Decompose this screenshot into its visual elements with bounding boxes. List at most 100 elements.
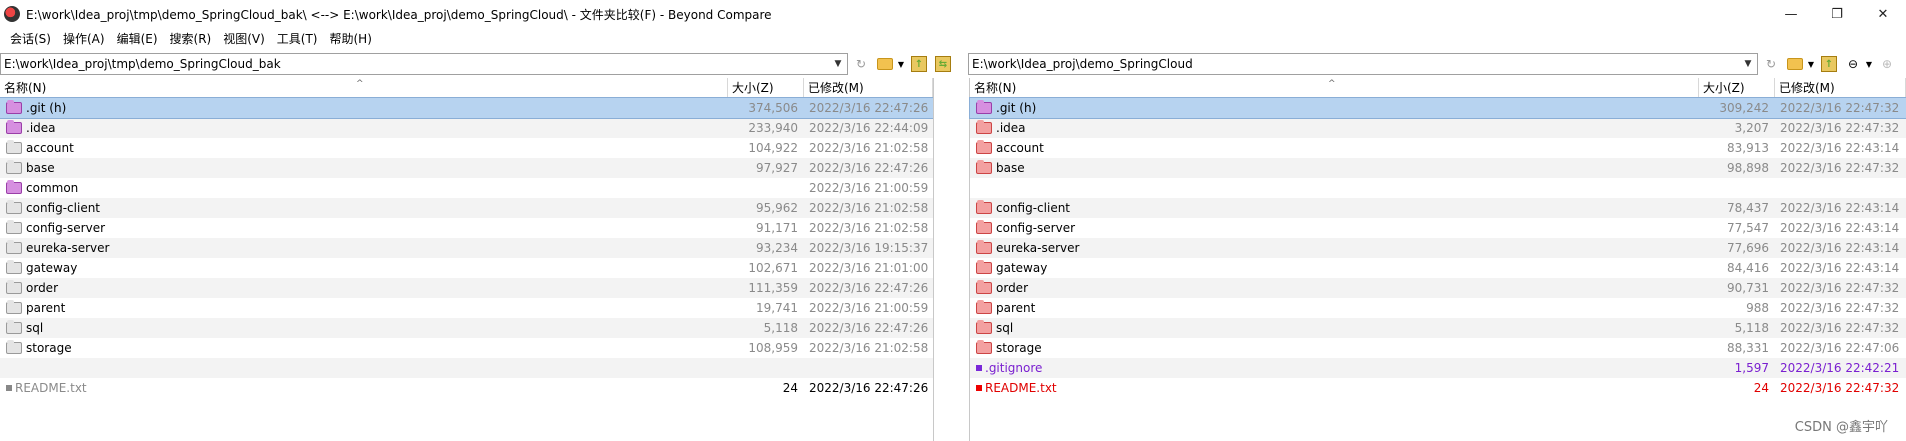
list-item[interactable] bbox=[0, 358, 933, 378]
list-item[interactable]: common 2022/3/16 21:00:59 bbox=[0, 178, 933, 198]
item-size: 95,962 bbox=[756, 201, 798, 215]
close-button[interactable]: ✕ bbox=[1860, 0, 1906, 28]
item-modified: 2022/3/16 22:47:26 bbox=[809, 381, 929, 395]
item-name-cell: config-server bbox=[970, 220, 1699, 235]
folder-icon bbox=[6, 100, 22, 114]
refresh-icon[interactable]: ↻ bbox=[850, 53, 872, 75]
left-column-header: 名称(N) ^ 大小(Z) 已修改(M) bbox=[0, 78, 933, 98]
menu-view[interactable]: 视图(V) bbox=[217, 28, 271, 50]
item-size: 24 bbox=[782, 381, 798, 395]
forward-icon[interactable]: ⊕ bbox=[1876, 53, 1898, 75]
folder-icon bbox=[976, 120, 992, 134]
back-icon[interactable]: ⊖ bbox=[1842, 53, 1864, 75]
chevron-down-icon[interactable]: ▼ bbox=[896, 53, 906, 75]
item-modified: 2022/3/16 19:15:37 bbox=[809, 241, 929, 255]
left-col-size[interactable]: 大小(Z) bbox=[728, 78, 804, 97]
folder-icon bbox=[976, 200, 992, 214]
minimize-button[interactable]: — bbox=[1768, 0, 1814, 28]
item-modified: 2022/3/16 22:43:14 bbox=[1780, 241, 1900, 255]
list-item[interactable]: .gitignore 1,597 2022/3/16 22:42:21 bbox=[970, 358, 1906, 378]
right-col-size[interactable]: 大小(Z) bbox=[1699, 78, 1775, 97]
item-name: base bbox=[26, 161, 55, 175]
item-modified: 2022/3/16 21:02:58 bbox=[809, 201, 929, 215]
list-item[interactable]: sql 5,118 2022/3/16 22:47:32 bbox=[970, 318, 1906, 338]
list-item[interactable]: gateway 102,671 2022/3/16 21:01:00 bbox=[0, 258, 933, 278]
left-file-list: .git (h) 374,506 2022/3/16 22:47:26 .idea 23… bbox=[0, 97, 934, 398]
item-name-cell: storage bbox=[0, 340, 728, 355]
menu-actions[interactable]: 操作(A) bbox=[57, 28, 111, 50]
left-col-name[interactable]: 名称(N) ^ bbox=[0, 78, 728, 97]
right-file-list: .git (h) 309,242 2022/3/16 22:47:32 .idea 3,… bbox=[969, 97, 1906, 398]
chevron-down-icon[interactable]: ▼ bbox=[1806, 53, 1816, 75]
item-modified: 2022/3/16 21:02:58 bbox=[809, 341, 929, 355]
item-name-cell: parent bbox=[0, 300, 728, 315]
item-modified: 2022/3/16 22:43:14 bbox=[1780, 261, 1900, 275]
list-item[interactable]: account 104,922 2022/3/16 21:02:58 bbox=[0, 138, 933, 158]
chevron-down-icon[interactable]: ▼ bbox=[831, 57, 845, 71]
item-modified: 2022/3/16 22:47:32 bbox=[1780, 301, 1900, 315]
item-name-cell: gateway bbox=[0, 260, 728, 275]
parent-folder-icon[interactable]: ↑ bbox=[908, 53, 930, 75]
menu-edit[interactable]: 编辑(E) bbox=[111, 28, 164, 50]
item-size: 84,416 bbox=[1727, 261, 1769, 275]
item-name-cell: config-client bbox=[0, 200, 728, 215]
list-item[interactable]: README.txt 24 2022/3/16 22:47:32 bbox=[970, 378, 1906, 398]
folder-icon bbox=[6, 260, 22, 274]
list-item[interactable]: .idea 3,207 2022/3/16 22:47:32 bbox=[970, 118, 1906, 138]
list-item[interactable]: .idea 233,940 2022/3/16 22:44:09 bbox=[0, 118, 933, 138]
folder-icon bbox=[6, 220, 22, 234]
right-path-input[interactable]: E:\work\Idea_proj\demo_SpringCloud ▼ bbox=[968, 53, 1758, 75]
list-item[interactable]: eureka-server 77,696 2022/3/16 22:43:14 bbox=[970, 238, 1906, 258]
folder-icon bbox=[6, 140, 22, 154]
list-item[interactable]: order 90,731 2022/3/16 22:47:32 bbox=[970, 278, 1906, 298]
chevron-down-icon[interactable]: ▼ bbox=[1741, 57, 1755, 71]
list-item[interactable]: config-client 95,962 2022/3/16 21:02:58 bbox=[0, 198, 933, 218]
list-item[interactable]: gateway 84,416 2022/3/16 22:43:14 bbox=[970, 258, 1906, 278]
restore-button[interactable]: ❐ bbox=[1814, 0, 1860, 28]
list-item[interactable]: README.txt 24 2022/3/16 22:47:26 bbox=[0, 378, 933, 398]
list-item[interactable]: parent 988 2022/3/16 22:47:32 bbox=[970, 298, 1906, 318]
list-item[interactable]: storage 88,331 2022/3/16 22:47:06 bbox=[970, 338, 1906, 358]
browse-folder-icon[interactable] bbox=[1784, 53, 1806, 75]
list-item[interactable]: config-server 91,171 2022/3/16 21:02:58 bbox=[0, 218, 933, 238]
item-modified: 2022/3/16 22:47:26 bbox=[809, 281, 929, 295]
list-item[interactable]: config-client 78,437 2022/3/16 22:43:14 bbox=[970, 198, 1906, 218]
list-item[interactable]: account 83,913 2022/3/16 22:43:14 bbox=[970, 138, 1906, 158]
item-size: 88,331 bbox=[1727, 341, 1769, 355]
item-name: parent bbox=[996, 301, 1036, 315]
right-col-name[interactable]: 名称(N) ^ bbox=[970, 78, 1699, 97]
list-item[interactable]: base 98,898 2022/3/16 22:47:32 bbox=[970, 158, 1906, 178]
item-name: README.txt bbox=[985, 381, 1057, 395]
item-modified: 2022/3/16 22:44:09 bbox=[809, 121, 929, 135]
left-col-modified[interactable]: 已修改(M) bbox=[804, 78, 933, 97]
list-item[interactable]: base 97,927 2022/3/16 22:47:26 bbox=[0, 158, 933, 178]
folder-icon bbox=[6, 300, 22, 314]
list-item[interactable]: sql 5,118 2022/3/16 22:47:26 bbox=[0, 318, 933, 338]
browse-folder-icon[interactable] bbox=[874, 53, 896, 75]
item-name: sql bbox=[996, 321, 1014, 335]
list-item[interactable]: storage 108,959 2022/3/16 21:02:58 bbox=[0, 338, 933, 358]
refresh-icon[interactable]: ↻ bbox=[1760, 53, 1782, 75]
item-name: account bbox=[26, 141, 74, 155]
menu-tools[interactable]: 工具(T) bbox=[271, 28, 324, 50]
right-col-modified[interactable]: 已修改(M) bbox=[1775, 78, 1906, 97]
chevron-down-icon[interactable]: ▼ bbox=[1864, 53, 1874, 75]
parent-folder-icon[interactable]: ↑ bbox=[1818, 53, 1840, 75]
list-item[interactable]: order 111,359 2022/3/16 22:47:26 bbox=[0, 278, 933, 298]
list-item[interactable] bbox=[970, 178, 1906, 198]
item-name: parent bbox=[26, 301, 66, 315]
list-item[interactable]: .git (h) 309,242 2022/3/16 22:47:32 bbox=[969, 97, 1906, 119]
item-size: 83,913 bbox=[1727, 141, 1769, 155]
menu-session[interactable]: 会话(S) bbox=[4, 28, 57, 50]
list-item[interactable]: eureka-server 93,234 2022/3/16 19:15:37 bbox=[0, 238, 933, 258]
list-item[interactable]: .git (h) 374,506 2022/3/16 22:47:26 bbox=[0, 97, 934, 119]
menu-help[interactable]: 帮助(H) bbox=[324, 28, 378, 50]
right-column-header: 名称(N) ^ 大小(Z) 已修改(M) bbox=[970, 78, 1906, 98]
panel-splitter[interactable] bbox=[933, 78, 970, 441]
left-folder-panel: 名称(N) ^ 大小(Z) 已修改(M) .git (h) 374,506 2022… bbox=[0, 78, 934, 395]
swap-sides-icon[interactable]: ⇆ bbox=[932, 53, 954, 75]
menu-search[interactable]: 搜索(R) bbox=[164, 28, 218, 50]
list-item[interactable]: config-server 77,547 2022/3/16 22:43:14 bbox=[970, 218, 1906, 238]
left-path-input[interactable]: E:\work\Idea_proj\tmp\demo_SpringCloud_b… bbox=[0, 53, 848, 75]
list-item[interactable]: parent 19,741 2022/3/16 21:00:59 bbox=[0, 298, 933, 318]
